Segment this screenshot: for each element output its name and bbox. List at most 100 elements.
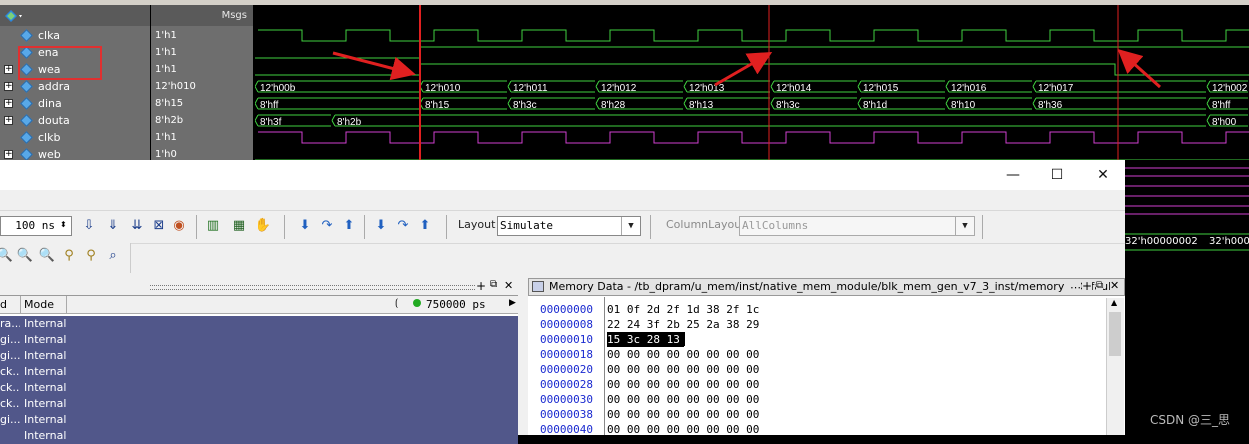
step-into-current-icon[interactable]: ⬇: [372, 217, 390, 235]
object-row[interactable]: gi... Internal: [0, 412, 518, 428]
dina-label: 8'h36: [1038, 100, 1063, 111]
expand-icon[interactable]: +: [4, 82, 13, 91]
undock-icon[interactable]: ⧉: [490, 279, 497, 290]
step-out-icon[interactable]: ⬆: [340, 217, 358, 235]
object-name: ck...: [0, 365, 20, 378]
break-icon[interactable]: ⊠: [150, 217, 168, 235]
scroll-up-icon[interactable]: ▲: [1111, 298, 1117, 307]
signal-value: 12'h010: [155, 81, 196, 92]
signal-name: clkb: [38, 131, 61, 144]
run-icon[interactable]: ⇩: [80, 217, 98, 235]
zoom-toolbar: 🔍 🔍 🔍 ⚲ ⚲ ⌕: [0, 243, 131, 273]
signal-diamond-icon: [20, 80, 33, 93]
signal-value: 8'h2b: [155, 115, 184, 126]
expand-icon[interactable]: +: [4, 99, 13, 108]
step-into-icon[interactable]: ⬇: [296, 217, 314, 235]
waveform-area[interactable]: 12'h00b 12'h010 12'h011 12'h012 12'h013 12'h0…: [255, 5, 1249, 160]
object-row[interactable]: gi... Internal: [0, 332, 518, 348]
object-name: ck...: [0, 381, 20, 394]
mode-column-header[interactable]: Mode: [24, 298, 54, 311]
panel-grip[interactable]: ⋯: [1068, 281, 1081, 294]
wave-settings-icon[interactable]: [4, 9, 22, 22]
scrollbar-thumb[interactable]: [1109, 312, 1121, 356]
expand-icon[interactable]: +: [4, 150, 13, 159]
expand-icon[interactable]: +: [4, 116, 13, 125]
layout-select[interactable]: Simulate ▼: [497, 216, 641, 236]
memory-icon[interactable]: ▦: [230, 217, 248, 235]
dina-label: 8'hff: [260, 100, 279, 111]
signal-value: 1'h1: [155, 47, 177, 58]
run-length-spin-icon[interactable]: ⬍: [60, 220, 67, 229]
add-icon[interactable]: +: [1082, 279, 1093, 293]
object-row[interactable]: ck... Internal: [0, 380, 518, 396]
add-icon[interactable]: +: [476, 279, 486, 293]
close-icon[interactable]: ✕: [1110, 279, 1120, 292]
highlight-box: [18, 46, 102, 80]
zoom-full-icon[interactable]: 🔍: [38, 247, 56, 265]
memory-panel-title[interactable]: Memory Data - /tb_dpram/u_mem/inst/nativ…: [528, 278, 1125, 296]
signal-row[interactable]: clkb: [0, 129, 150, 146]
object-mode: Internal: [24, 333, 67, 346]
dina-label: 8'h13: [689, 100, 714, 111]
dina-label: 8'h1d: [863, 100, 887, 111]
cursor-add-icon[interactable]: ⚲: [82, 247, 100, 265]
performance-icon[interactable]: ▥: [204, 217, 222, 235]
zoom-in-icon[interactable]: 🔍: [0, 247, 14, 265]
signal-row[interactable]: + douta: [0, 112, 150, 129]
object-name: ck...: [0, 397, 20, 410]
signal-row[interactable]: clka: [0, 27, 150, 44]
object-mode: Internal: [24, 317, 67, 330]
object-row[interactable]: ck... Internal: [0, 364, 518, 380]
step-over-current-icon[interactable]: ↷: [394, 217, 412, 235]
addra-label: 12'h012: [601, 83, 637, 94]
object-mode: Internal: [24, 429, 67, 442]
minimize-button[interactable]: —: [990, 160, 1036, 190]
run-continue-icon[interactable]: ⇓: [104, 217, 122, 235]
name-column-header[interactable]: d: [0, 298, 7, 311]
column-layout-select[interactable]: AllColumns ▼: [739, 216, 975, 236]
memory-scrollbar[interactable]: ▲: [1106, 298, 1124, 435]
zoom-out-icon[interactable]: 🔍: [16, 247, 34, 265]
object-row[interactable]: Internal: [0, 428, 518, 444]
object-row[interactable]: gi... Internal: [0, 348, 518, 364]
column-divider[interactable]: [66, 296, 67, 313]
memory-bytes: 00 00 00 00 00 00 00 00: [607, 348, 760, 361]
addra-label: 12'h016: [951, 83, 987, 94]
scroll-right-icon[interactable]: ▶: [509, 298, 516, 308]
object-row[interactable]: ck... Internal: [0, 396, 518, 412]
object-mode: Internal: [24, 381, 67, 394]
chevron-down-icon[interactable]: ▼: [955, 217, 974, 235]
signal-row[interactable]: + dina: [0, 95, 150, 112]
right-strip-waves: [1125, 167, 1249, 251]
memory-bytes: 22 24 3f 2b 25 2a 38 29: [607, 318, 760, 331]
column-divider[interactable]: [20, 296, 21, 313]
douta-label: 8'h2b: [337, 117, 362, 128]
maximize-button[interactable]: ☐: [1034, 160, 1080, 190]
dina-segment: [255, 97, 419, 110]
object-row[interactable]: ra... Internal: [0, 316, 518, 332]
stop-icon[interactable]: ◉: [170, 217, 188, 235]
run-all-icon[interactable]: ⇊: [128, 217, 146, 235]
time-cursor-icon[interactable]: ⟮: [395, 298, 398, 309]
memory-address: 00000000: [540, 303, 593, 316]
find-icon[interactable]: ⌕: [104, 247, 122, 265]
cursor-icon[interactable]: ⚲: [60, 247, 78, 265]
title-bar[interactable]: [0, 160, 1125, 190]
column-layout-label: ColumnLayout: [666, 218, 746, 231]
signal-row[interactable]: + addra: [0, 78, 150, 95]
hand-icon[interactable]: ✋: [254, 217, 272, 235]
signal-name: douta: [38, 114, 70, 127]
close-button[interactable]: ✕: [1080, 160, 1126, 190]
memory-bytes: 00 00 00 00 00 00 00 00: [607, 363, 760, 376]
wea-wave: [255, 63, 1249, 76]
status-dot-icon: [413, 299, 421, 307]
memory-address: 00000018: [540, 348, 593, 361]
step-over-icon[interactable]: ↷: [318, 217, 336, 235]
chevron-down-icon[interactable]: ▼: [621, 217, 640, 235]
memory-title-text: Memory Data - /tb_dpram/u_mem/inst/nativ…: [549, 280, 1116, 293]
close-icon[interactable]: ✕: [504, 279, 513, 292]
panel-grip[interactable]: [150, 285, 475, 290]
undock-icon[interactable]: ⧉: [1096, 280, 1104, 291]
step-out-current-icon[interactable]: ⬆: [416, 217, 434, 235]
expand-icon[interactable]: +: [4, 65, 13, 74]
